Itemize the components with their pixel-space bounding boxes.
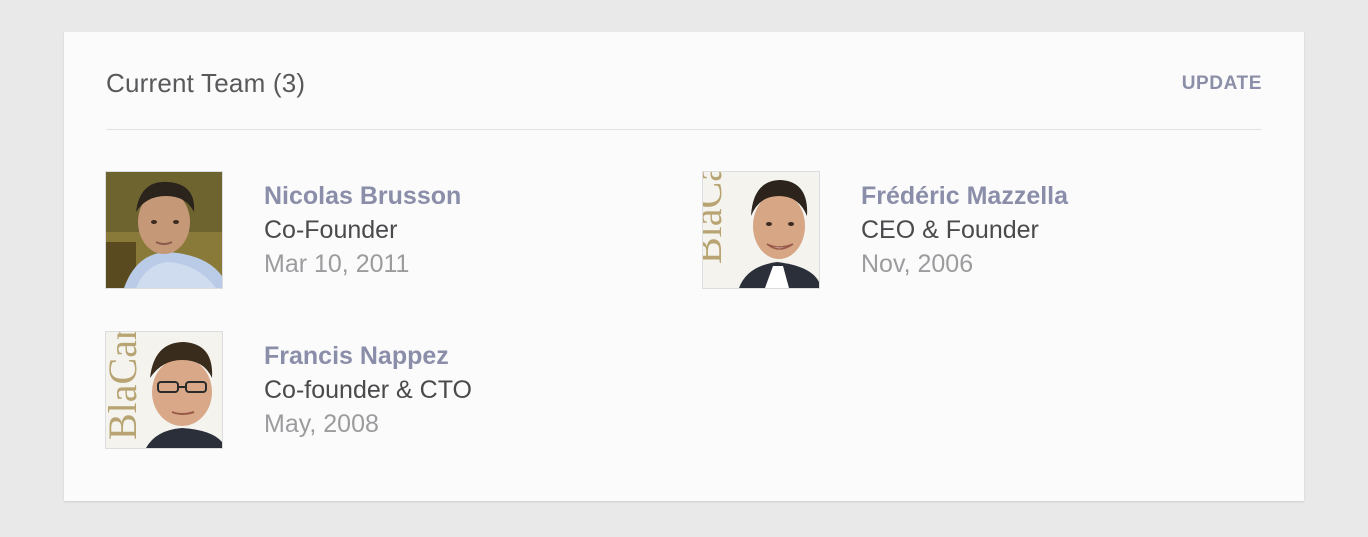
member-role: Co-founder & CTO bbox=[264, 376, 472, 404]
member-date: May, 2008 bbox=[264, 410, 379, 438]
team-member: BlaCar Frédéric Mazzella CEO & Founder N… bbox=[702, 171, 1262, 291]
member-avatar[interactable] bbox=[105, 171, 223, 289]
member-avatar[interactable]: BlaCar bbox=[105, 331, 223, 449]
member-avatar[interactable]: BlaCar bbox=[702, 171, 820, 289]
member-role: Co-Founder bbox=[264, 216, 398, 244]
member-name-link[interactable]: Nicolas Brusson bbox=[264, 179, 461, 213]
person-photo-icon: BlaCar bbox=[106, 332, 222, 448]
member-date: Nov, 2006 bbox=[861, 250, 974, 278]
team-member: BlaCar Francis Nappez Co-founder & CTO M… bbox=[105, 331, 665, 451]
update-button[interactable]: UPDATE bbox=[1182, 73, 1262, 95]
card-title: Current Team (3) bbox=[106, 68, 306, 98]
person-photo-icon: BlaCar bbox=[703, 172, 819, 288]
member-role: CEO & Founder bbox=[861, 216, 1039, 244]
avatar-logo-text: BlaCar bbox=[703, 172, 730, 264]
current-team-card: Current Team (3) UPDATE Nicolas Brusson … bbox=[64, 32, 1304, 501]
member-date: Mar 10, 2011 bbox=[264, 250, 410, 278]
avatar-logo-text: BlaCar bbox=[106, 332, 145, 440]
member-name-link[interactable]: Francis Nappez bbox=[264, 339, 472, 373]
team-member: Nicolas Brusson Co-Founder Mar 10, 2011 bbox=[105, 171, 665, 291]
member-name-link[interactable]: Frédéric Mazzella bbox=[861, 179, 1068, 213]
card-header: Current Team (3) UPDATE bbox=[106, 32, 1262, 130]
person-photo-icon bbox=[106, 172, 222, 288]
